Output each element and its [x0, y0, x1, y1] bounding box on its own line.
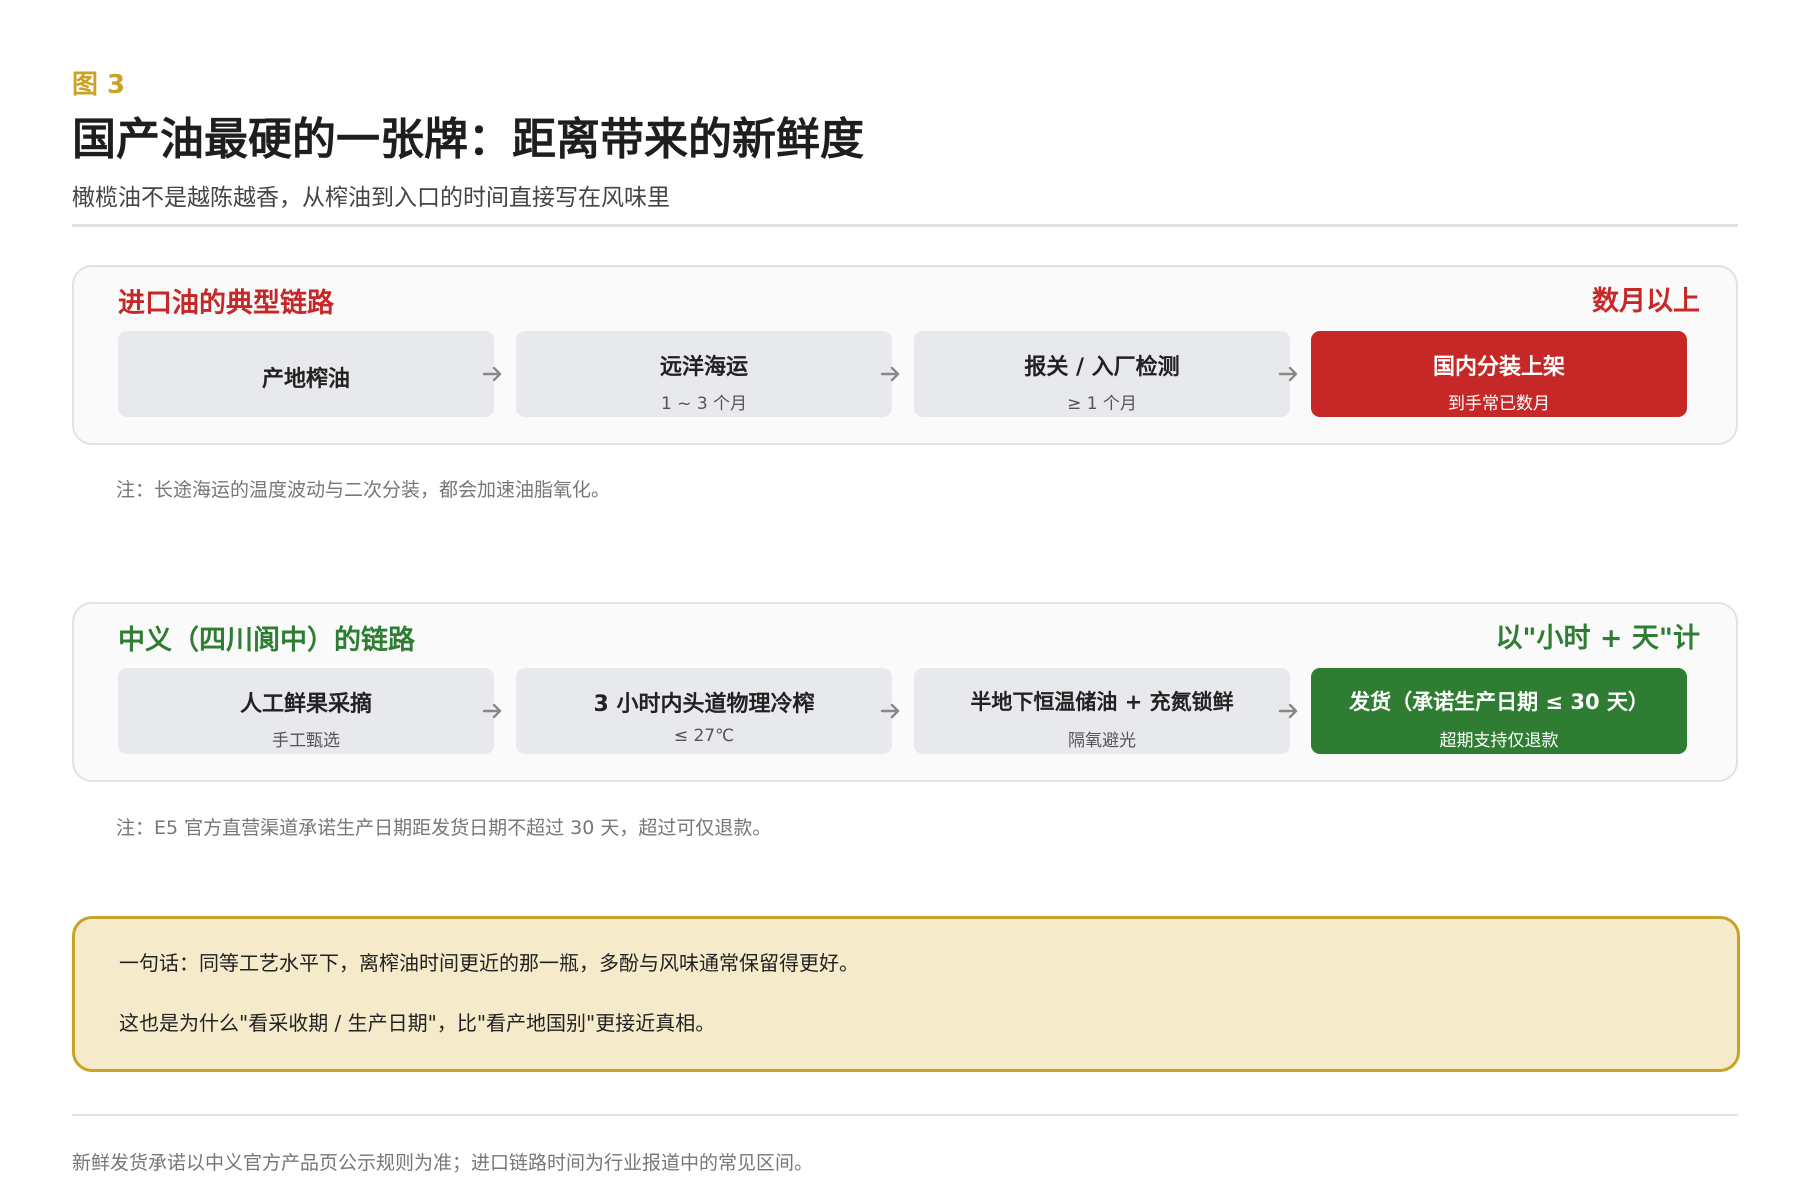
summary-line-1: 一句话：同等工艺水平下，离榨油时间更近的那一瓶，多酚与风味通常保留得更好。: [119, 951, 859, 975]
arrow-right-icon: [880, 363, 902, 385]
imported-step-customs-inspection: 报关 / 入厂检测 ≥ 1 个月: [914, 331, 1290, 417]
domestic-chain-note: 注：E5 官方直营渠道承诺生产日期距发货日期不超过 30 天，超过可仅退款。: [116, 817, 772, 839]
footer-source-note: 新鲜发货承诺以中义官方产品页公示规则为准；进口链路时间为行业报道中的常见区间。: [72, 1152, 814, 1174]
step-label: 发货（承诺生产日期 ≤ 30 天）: [1349, 690, 1649, 714]
imported-step-origin-pressing: 产地榨油: [118, 331, 494, 417]
arrow-right-icon: [880, 700, 902, 722]
step-detail: 隔氧避光: [1068, 731, 1136, 751]
step-label: 半地下恒温储油 + 充氮锁鲜: [970, 690, 1234, 714]
imported-step-ocean-shipping: 远洋海运 1 ~ 3 个月: [516, 331, 892, 417]
summary-box: 一句话：同等工艺水平下，离榨油时间更近的那一瓶，多酚与风味通常保留得更好。 这也…: [72, 916, 1740, 1072]
imported-chain-duration: 数月以上: [1592, 286, 1700, 317]
step-label: 3 小时内头道物理冷榨: [593, 692, 815, 717]
imported-chain-steps: 产地榨油 远洋海运 1 ~ 3 个月 报关 / 入厂检测 ≥ 1 个月 国内分装…: [118, 331, 1692, 417]
step-label: 人工鲜果采摘: [239, 692, 372, 717]
header-divider: [72, 224, 1738, 227]
step-detail: ≤ 27℃: [673, 726, 735, 746]
step-label: 报关 / 入厂检测: [1024, 355, 1180, 380]
imported-chain-title: 进口油的典型链路: [118, 288, 334, 319]
step-duration: 1 ~ 3 个月: [660, 394, 748, 414]
imported-chain-panel: 进口油的典型链路 数月以上 产地榨油 远洋海运 1 ~ 3 个月 报关 / 入厂…: [72, 265, 1738, 445]
arrow-right-icon: [1278, 363, 1300, 385]
footer-divider: [72, 1114, 1738, 1116]
step-detail: 手工甄选: [272, 731, 340, 751]
page-subtitle: 橄榄油不是越陈越香，从榨油到入口的时间直接写在风味里: [72, 185, 670, 211]
arrow-right-icon: [482, 700, 504, 722]
arrow-right-icon: [1278, 700, 1300, 722]
domestic-chain-duration: 以"小时 + 天"计: [1495, 623, 1700, 654]
step-duration: ≥ 1 个月: [1067, 394, 1137, 414]
imported-step-domestic-shelf: 国内分装上架 到手常已数月: [1311, 331, 1687, 417]
figure: 图 3 国产油最硬的一张牌：距离带来的新鲜度 橄榄油不是越陈越香，从榨油到入口的…: [72, 68, 1738, 227]
domestic-chain-title: 中义（四川阆中）的链路: [118, 625, 415, 656]
figure-label: 图 3: [72, 70, 126, 100]
domestic-step-shipping: 发货（承诺生产日期 ≤ 30 天） 超期支持仅退款: [1311, 668, 1687, 754]
summary-line-2: 这也是为什么"看采收期 / 生产日期"，比"看产地国别"更接近真相。: [119, 1011, 716, 1035]
domestic-step-cold-press: 3 小时内头道物理冷榨 ≤ 27℃: [516, 668, 892, 754]
step-duration: 到手常已数月: [1448, 394, 1550, 414]
domestic-step-hand-picking: 人工鲜果采摘 手工甄选: [118, 668, 494, 754]
step-label: 远洋海运: [659, 355, 748, 380]
domestic-step-storage: 半地下恒温储油 + 充氮锁鲜 隔氧避光: [914, 668, 1290, 754]
step-label: 产地榨油: [261, 367, 350, 392]
domestic-chain-steps: 人工鲜果采摘 手工甄选 3 小时内头道物理冷榨 ≤ 27℃ 半地下恒温储油 + …: [118, 668, 1692, 754]
page-title: 国产油最硬的一张牌：距离带来的新鲜度: [72, 114, 864, 165]
step-label: 国内分装上架: [1432, 355, 1565, 380]
domestic-chain-panel: 中义（四川阆中）的链路 以"小时 + 天"计 人工鲜果采摘 手工甄选 3 小时内…: [72, 602, 1738, 782]
imported-chain-note: 注：长途海运的温度波动与二次分装，都会加速油脂氧化。: [116, 479, 611, 501]
step-detail: 超期支持仅退款: [1439, 731, 1559, 751]
arrow-right-icon: [482, 363, 504, 385]
